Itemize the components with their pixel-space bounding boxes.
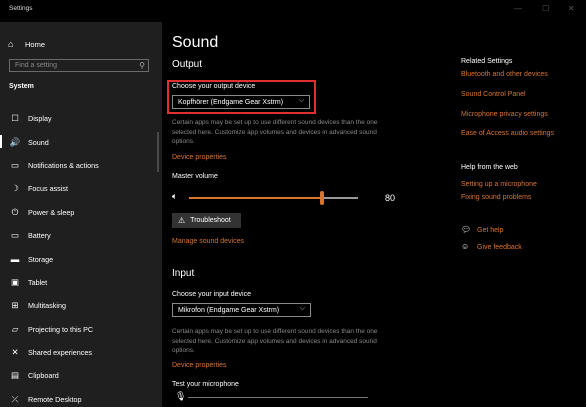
remote-desktop-icon: ⤫ [11, 393, 19, 404]
chevron-down-icon: ⌵ [299, 305, 305, 312]
microphone-icon: 🎙︎ [175, 391, 187, 401]
volume-track-rest [322, 197, 358, 199]
maximize-button[interactable]: ☐ [542, 4, 549, 13]
related-settings-heading: Related Settings [461, 58, 513, 65]
sidebar-item-label: Shared experiences [28, 348, 92, 358]
sidebar-item-battery[interactable]: ▭ Battery [0, 224, 162, 247]
moon-icon: ☽ [11, 183, 19, 194]
storage-icon: ▬ [10, 254, 20, 265]
sidebar-nav: ☐ Display 🔊 Sound ▭ Notifications & actions ☽ F… [0, 107, 162, 407]
sidebar-item-label: Tablet [28, 277, 48, 287]
home-icon: ⌂ [8, 39, 14, 49]
input-heading: Input [172, 268, 195, 279]
get-help-icon: 💬︎ [461, 225, 472, 234]
troubleshoot-button[interactable]: ⚠ Troubleshoot [172, 213, 241, 228]
sidebar-item-label: Power & sleep [28, 207, 75, 217]
feedback-icon: ☺ [461, 242, 470, 251]
sidebar-item-remote-desktop[interactable]: ⤫ Remote Desktop [0, 388, 162, 407]
sidebar-scrollbar[interactable] [157, 132, 159, 172]
search-input[interactable]: Find a setting ⚲ [9, 59, 149, 72]
output-device-label: Choose your output device [172, 83, 256, 90]
sidebar-item-tablet[interactable]: ▣ Tablet [0, 271, 162, 294]
clipboard-icon: ▤ [10, 370, 20, 381]
settings-window: Settings — ☐ ✕ ⌂ Home Find a setting ⚲ S… [0, 0, 586, 407]
power-icon: ⏻ [11, 206, 19, 217]
shared-experiences-icon: ✕ [11, 347, 19, 358]
sidebar-item-label: Battery [28, 231, 51, 241]
sidebar-item-label: Focus assist [28, 184, 68, 194]
manage-sound-devices-link[interactable]: Manage sound devices [172, 238, 244, 245]
page-title: Sound [172, 34, 219, 51]
home-label: Home [25, 39, 46, 49]
warning-icon: ⚠ [178, 216, 186, 225]
input-device-properties-link[interactable]: Device properties [172, 362, 226, 369]
help-link-fixing-sound[interactable]: Fixing sound problems [461, 194, 531, 201]
sidebar-home[interactable]: ⌂ Home [8, 38, 45, 50]
notifications-icon: ▭ [10, 159, 20, 170]
multitasking-icon: ⊞ [11, 300, 19, 311]
volume-thumb[interactable] [320, 191, 324, 205]
troubleshoot-label: Troubleshoot [190, 217, 231, 224]
battery-icon: ▭ [10, 230, 20, 241]
output-info-text: Certain apps may be set up to use differ… [172, 119, 378, 145]
output-device-value: Kopfhörer (Endgame Gear Xstrm) [178, 98, 284, 106]
sidebar-item-sound[interactable]: 🔊 Sound [0, 130, 162, 153]
sidebar-item-focus-assist[interactable]: ☽ Focus assist [0, 177, 162, 200]
tablet-icon: ▣ [10, 276, 20, 287]
sidebar-item-shared-experiences[interactable]: ✕ Shared experiences [0, 341, 162, 364]
give-feedback-link[interactable]: Give feedback [477, 244, 522, 251]
window-title: Settings [9, 5, 33, 12]
input-device-value: Mikrofon (Endgame Gear Xstrm) [178, 306, 280, 314]
input-device-dropdown[interactable]: Mikrofon (Endgame Gear Xstrm) ⌵ [172, 303, 311, 317]
sidebar-item-multitasking[interactable]: ⊞ Multitasking [0, 294, 162, 317]
microphone-level-meter: 🎙︎ [172, 391, 372, 403]
output-heading: Output [172, 59, 203, 70]
sidebar-item-display[interactable]: ☐ Display [0, 107, 162, 130]
help-heading: Help from the web [461, 164, 518, 171]
speaker-icon: 🔊 [9, 136, 21, 147]
sidebar-item-label: Multitasking [28, 301, 66, 311]
related-link-sound-control-panel[interactable]: Sound Control Panel [461, 91, 526, 98]
get-help-link[interactable]: Get help [477, 227, 503, 234]
sidebar-item-label: Notifications & actions [28, 160, 99, 170]
volume-value: 80 [385, 193, 396, 203]
sidebar-item-clipboard[interactable]: ▤ Clipboard [0, 364, 162, 387]
microphone-level-track [188, 397, 368, 398]
main-content: Sound Output Choose your output device K… [162, 22, 586, 407]
test-microphone-label: Test your microphone [172, 381, 239, 388]
sidebar-item-label: Storage [28, 254, 54, 264]
related-link-microphone-privacy[interactable]: Microphone privacy settings [461, 111, 548, 118]
input-device-label: Choose your input device [172, 291, 251, 298]
sidebar-item-label: Remote Desktop [28, 394, 82, 404]
input-info-text: Certain apps may be set up to use differ… [172, 328, 378, 354]
output-device-dropdown[interactable]: Kopfhörer (Endgame Gear Xstrm) ⌵ [172, 95, 310, 109]
help-link-setting-up-microphone[interactable]: Setting up a microphone [461, 181, 537, 188]
chevron-down-icon: ⌵ [298, 97, 304, 104]
projector-icon: ▱ [11, 323, 19, 334]
sidebar-item-projecting-to-this-pc[interactable]: ▱ Projecting to this PC [0, 318, 162, 341]
master-volume-label: Master volume [172, 173, 218, 180]
close-button[interactable]: ✕ [568, 4, 575, 13]
display-icon: ☐ [11, 113, 19, 124]
master-volume-slider[interactable]: 🔈︎ 80 [172, 191, 402, 205]
sidebar: ⌂ Home Find a setting ⚲ System ☐ Display 🔊… [0, 22, 162, 407]
category-label: System [9, 83, 34, 90]
search-placeholder: Find a setting [15, 62, 58, 69]
related-link-ease-of-access-audio[interactable]: Ease of Access audio settings [461, 130, 554, 137]
sidebar-item-label: Sound [28, 137, 49, 147]
sidebar-item-power-sleep[interactable]: ⏻ Power & sleep [0, 201, 162, 224]
volume-track-fill [189, 197, 322, 199]
sidebar-item-storage[interactable]: ▬ Storage [0, 247, 162, 270]
sidebar-item-notifications-actions[interactable]: ▭ Notifications & actions [0, 154, 162, 177]
sidebar-item-label: Display [28, 114, 52, 124]
speaker-icon: 🔈︎ [172, 191, 178, 201]
sidebar-item-label: Clipboard [28, 371, 59, 381]
minimize-button[interactable]: — [514, 4, 522, 13]
related-link-bluetooth[interactable]: Bluetooth and other devices [461, 71, 548, 78]
search-icon: ⚲ [139, 61, 145, 70]
sidebar-item-label: Projecting to this PC [28, 324, 94, 334]
title-bar: Settings — ☐ ✕ [0, 0, 586, 22]
output-device-properties-link[interactable]: Device properties [172, 154, 226, 161]
